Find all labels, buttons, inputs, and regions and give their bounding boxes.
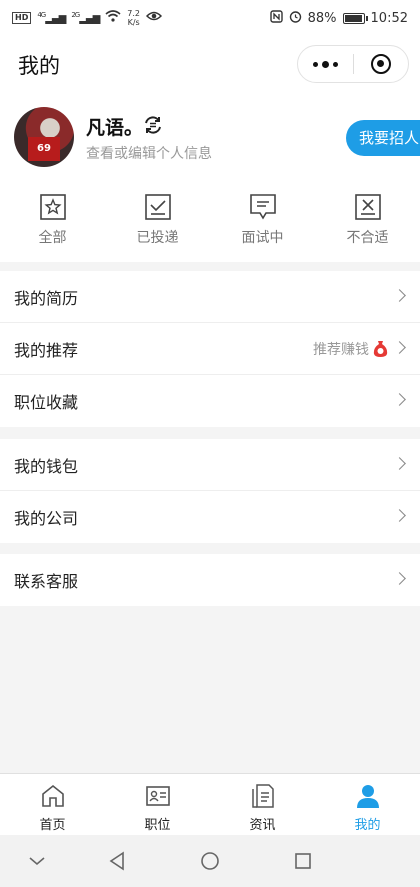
page-header: 我的 bbox=[0, 36, 420, 92]
battery-icon bbox=[342, 12, 368, 24]
more-dots-icon bbox=[313, 60, 338, 68]
alarm-icon bbox=[289, 10, 302, 27]
tab-home[interactable]: 首页 bbox=[0, 774, 105, 835]
triangle-back-icon bbox=[109, 851, 124, 871]
x-box-icon bbox=[354, 194, 381, 220]
person-icon bbox=[356, 785, 379, 808]
menu-item-label: 我的推荐 bbox=[14, 340, 79, 360]
chevron-down-icon bbox=[29, 857, 45, 866]
menu-group-support: 联系客服 bbox=[0, 554, 420, 606]
signal-icon-1: 4G▂▄▆ bbox=[37, 11, 66, 25]
status-all[interactable]: 全部 bbox=[0, 193, 105, 251]
username[interactable]: 凡语。 bbox=[86, 113, 143, 140]
menu-item-wallet[interactable]: 我的钱包 bbox=[0, 439, 420, 491]
recents-button[interactable] bbox=[290, 848, 316, 874]
home-icon bbox=[41, 784, 64, 807]
network-speed: 7.2 K/s bbox=[127, 9, 141, 27]
menu-item-recommend[interactable]: 我的推荐 推荐赚钱 bbox=[0, 323, 420, 375]
menu-item-favorites[interactable]: 职位收藏 bbox=[0, 375, 420, 427]
tab-jobs[interactable]: 职位 bbox=[105, 774, 210, 835]
home-button[interactable] bbox=[197, 848, 223, 874]
edit-profile-link[interactable]: 查看或编辑个人信息 bbox=[86, 143, 212, 163]
chevron-right-icon bbox=[393, 457, 406, 470]
application-status-row: 全部 已投递 面试中 不合适 bbox=[0, 193, 420, 251]
battery-percent: 88% bbox=[307, 10, 337, 26]
target-close-icon bbox=[371, 54, 391, 74]
status-label: 面试中 bbox=[241, 230, 284, 246]
system-navigation-bar bbox=[0, 835, 420, 887]
chevron-right-icon bbox=[393, 509, 406, 522]
signal-icon-2: 2G▂▄▆ bbox=[71, 11, 100, 25]
menu-item-customer-service[interactable]: 联系客服 bbox=[0, 554, 420, 606]
menu-group-career: 我的简历 我的推荐 推荐赚钱 职位收藏 bbox=[0, 271, 420, 427]
status-label: 全部 bbox=[38, 230, 67, 246]
tab-label: 资讯 bbox=[249, 818, 276, 833]
document-icon bbox=[251, 784, 274, 808]
switch-role-icon[interactable] bbox=[142, 114, 164, 136]
tab-label: 职位 bbox=[144, 818, 171, 833]
status-bar: HD 4G▂▄▆ 2G▂▄▆ 7.2 K/s 88% 10:52 bbox=[0, 0, 420, 36]
square-recents-icon bbox=[295, 853, 311, 869]
menu-item-label: 职位收藏 bbox=[14, 393, 79, 412]
avatar[interactable]: 69 bbox=[14, 107, 74, 167]
status-unsuitable[interactable]: 不合适 bbox=[315, 193, 420, 251]
status-delivered[interactable]: 已投递 bbox=[105, 193, 210, 251]
hide-keyboard-button[interactable] bbox=[24, 848, 50, 874]
wifi-icon bbox=[105, 10, 121, 26]
menu-item-label: 我的钱包 bbox=[14, 456, 79, 476]
clock: 10:52 bbox=[370, 10, 408, 26]
star-icon bbox=[39, 194, 66, 220]
tab-mine[interactable]: 我的 bbox=[315, 774, 420, 835]
chevron-right-icon bbox=[393, 341, 406, 354]
status-label: 不合适 bbox=[346, 230, 389, 246]
avatar-jersey-number: 69 bbox=[28, 137, 60, 161]
miniprogram-capsule bbox=[297, 45, 409, 83]
menu-group-account: 我的钱包 我的公司 bbox=[0, 439, 420, 543]
menu-item-resume[interactable]: 我的简历 bbox=[0, 271, 420, 323]
tab-news[interactable]: 资讯 bbox=[210, 774, 315, 835]
id-card-icon bbox=[145, 786, 170, 806]
circle-home-icon bbox=[201, 852, 219, 870]
page-title: 我的 bbox=[18, 54, 60, 78]
back-button[interactable] bbox=[104, 848, 130, 874]
chevron-right-icon bbox=[393, 289, 406, 302]
menu-item-label: 联系客服 bbox=[14, 572, 79, 591]
chevron-right-icon bbox=[393, 393, 406, 406]
menu-item-label: 我的简历 bbox=[14, 288, 79, 308]
tab-label: 我的 bbox=[354, 818, 381, 833]
profile-card: 69 凡语。 查看或编辑个人信息 我要招人 全部 已投递 面试中 不合适 bbox=[0, 92, 420, 262]
menu-item-company[interactable]: 我的公司 bbox=[0, 491, 420, 543]
bottom-tab-bar: 首页 职位 资讯 我的 bbox=[0, 773, 420, 835]
status-label: 已投递 bbox=[136, 230, 179, 246]
nfc-icon bbox=[269, 9, 283, 27]
tab-label: 首页 bbox=[39, 818, 66, 833]
recruit-button[interactable]: 我要招人 bbox=[346, 120, 420, 156]
menu-item-label: 我的公司 bbox=[14, 509, 79, 528]
more-button[interactable] bbox=[298, 46, 353, 82]
close-button[interactable] bbox=[354, 46, 408, 82]
recommend-reward-text: 推荐赚钱 bbox=[313, 342, 369, 358]
eye-icon bbox=[145, 10, 163, 26]
money-bag-icon bbox=[373, 340, 388, 358]
recommend-reward: 推荐赚钱 bbox=[313, 339, 388, 359]
chevron-right-icon bbox=[393, 572, 406, 585]
check-box-icon bbox=[144, 194, 171, 220]
chat-bubble-icon bbox=[249, 194, 276, 220]
hd-badge: HD bbox=[12, 12, 32, 24]
status-interviewing[interactable]: 面试中 bbox=[210, 193, 315, 251]
